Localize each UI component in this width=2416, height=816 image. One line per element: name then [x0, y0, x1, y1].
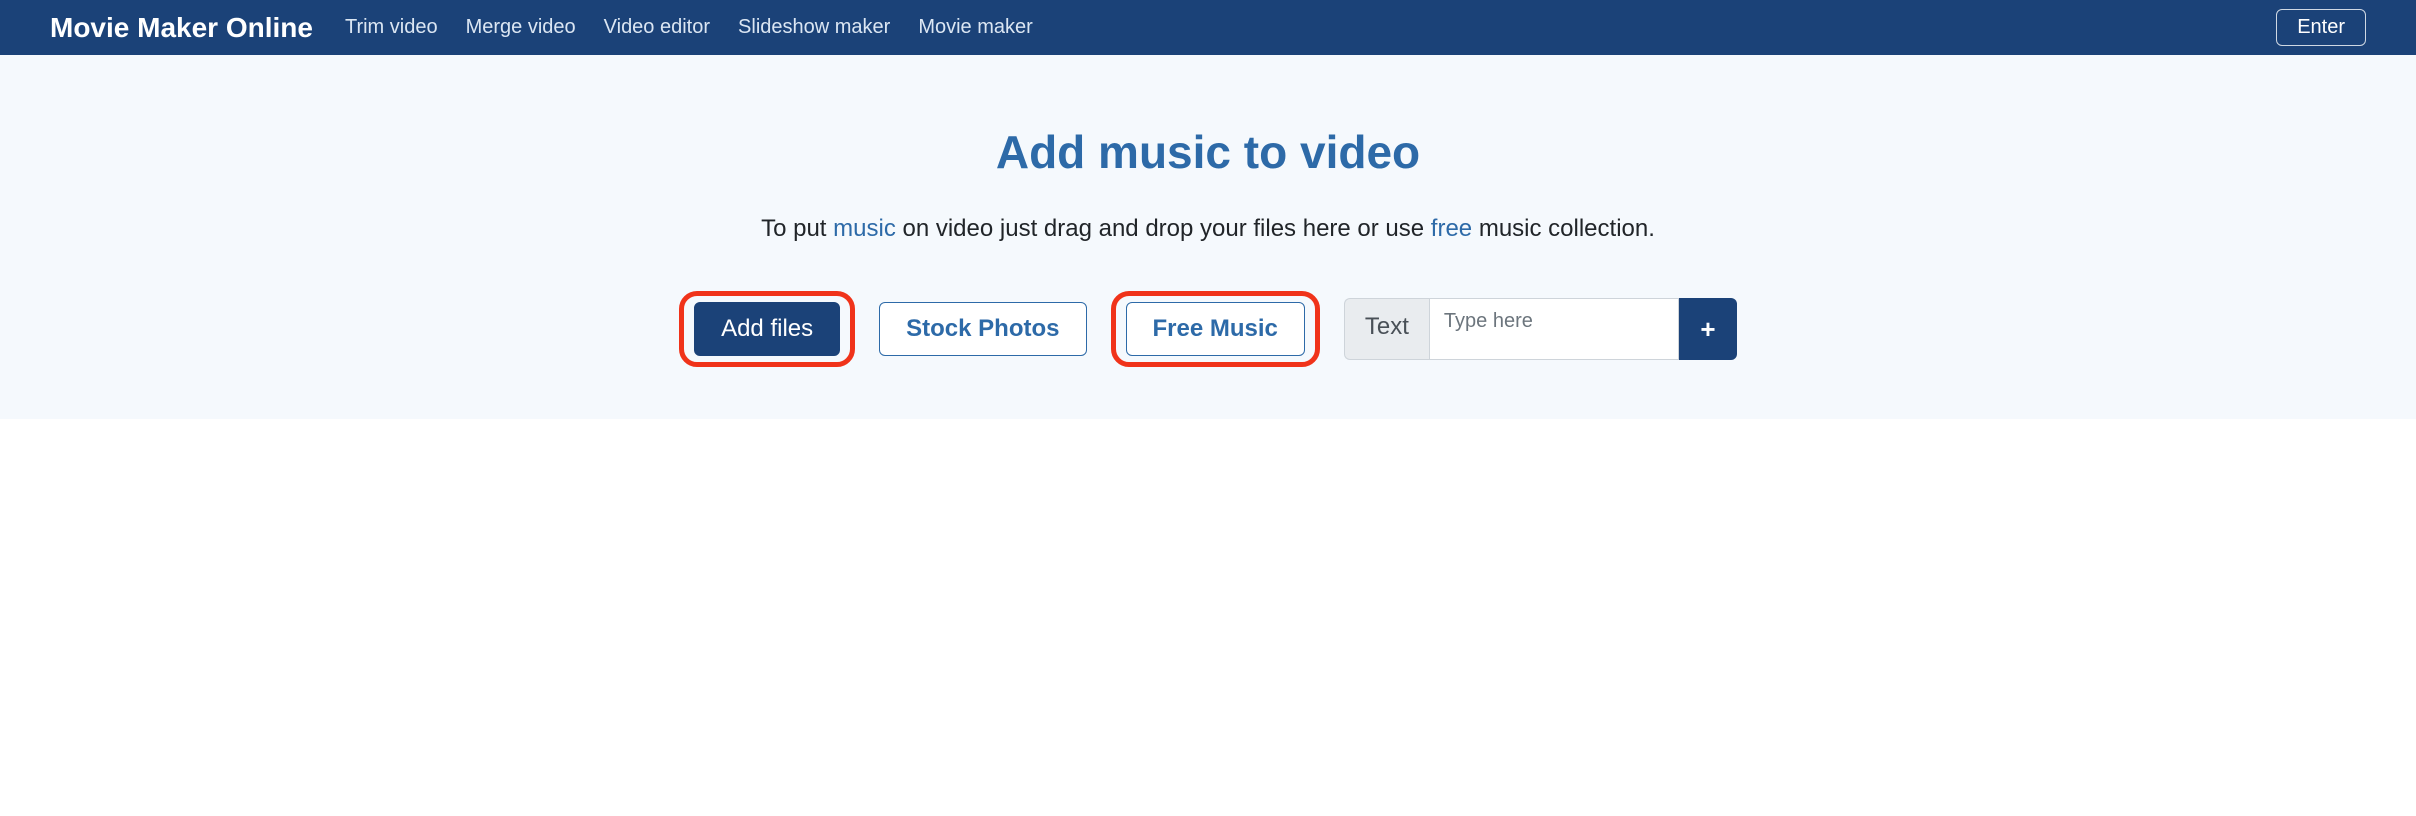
nav-link-movie-maker[interactable]: Movie maker	[918, 16, 1032, 39]
free-link[interactable]: free	[1431, 215, 1472, 242]
page-title: Add music to video	[0, 125, 2416, 179]
add-files-button[interactable]: Add files	[694, 302, 840, 356]
highlight-add-files: Add files	[679, 291, 855, 367]
hero-section: Add music to video To put music on video…	[0, 55, 2416, 419]
nav-link-merge-video[interactable]: Merge video	[466, 16, 576, 39]
music-link[interactable]: music	[833, 215, 896, 242]
stock-photos-button[interactable]: Stock Photos	[879, 302, 1086, 356]
nav-left: Movie Maker Online Trim video Merge vide…	[50, 12, 1033, 44]
nav-link-slideshow-maker[interactable]: Slideshow maker	[738, 16, 890, 39]
top-navbar: Movie Maker Online Trim video Merge vide…	[0, 0, 2416, 55]
text-input[interactable]	[1429, 298, 1679, 360]
nav-link-trim-video[interactable]: Trim video	[345, 16, 438, 39]
add-text-button[interactable]: +	[1679, 298, 1737, 360]
subtitle-text: To put	[761, 215, 833, 242]
brand-title[interactable]: Movie Maker Online	[50, 12, 313, 44]
text-label: Text	[1344, 298, 1429, 360]
page-subtitle: To put music on video just drag and drop…	[0, 215, 2416, 243]
text-input-group: Text +	[1344, 298, 1737, 360]
subtitle-text: music collection.	[1472, 215, 1655, 242]
subtitle-text: on video just drag and drop your files h…	[896, 215, 1431, 242]
highlight-free-music: Free Music	[1111, 291, 1320, 367]
nav-link-video-editor[interactable]: Video editor	[604, 16, 710, 39]
enter-button[interactable]: Enter	[2276, 9, 2366, 46]
free-music-button[interactable]: Free Music	[1126, 302, 1305, 356]
action-row: Add files Stock Photos Free Music Text +	[0, 291, 2416, 367]
